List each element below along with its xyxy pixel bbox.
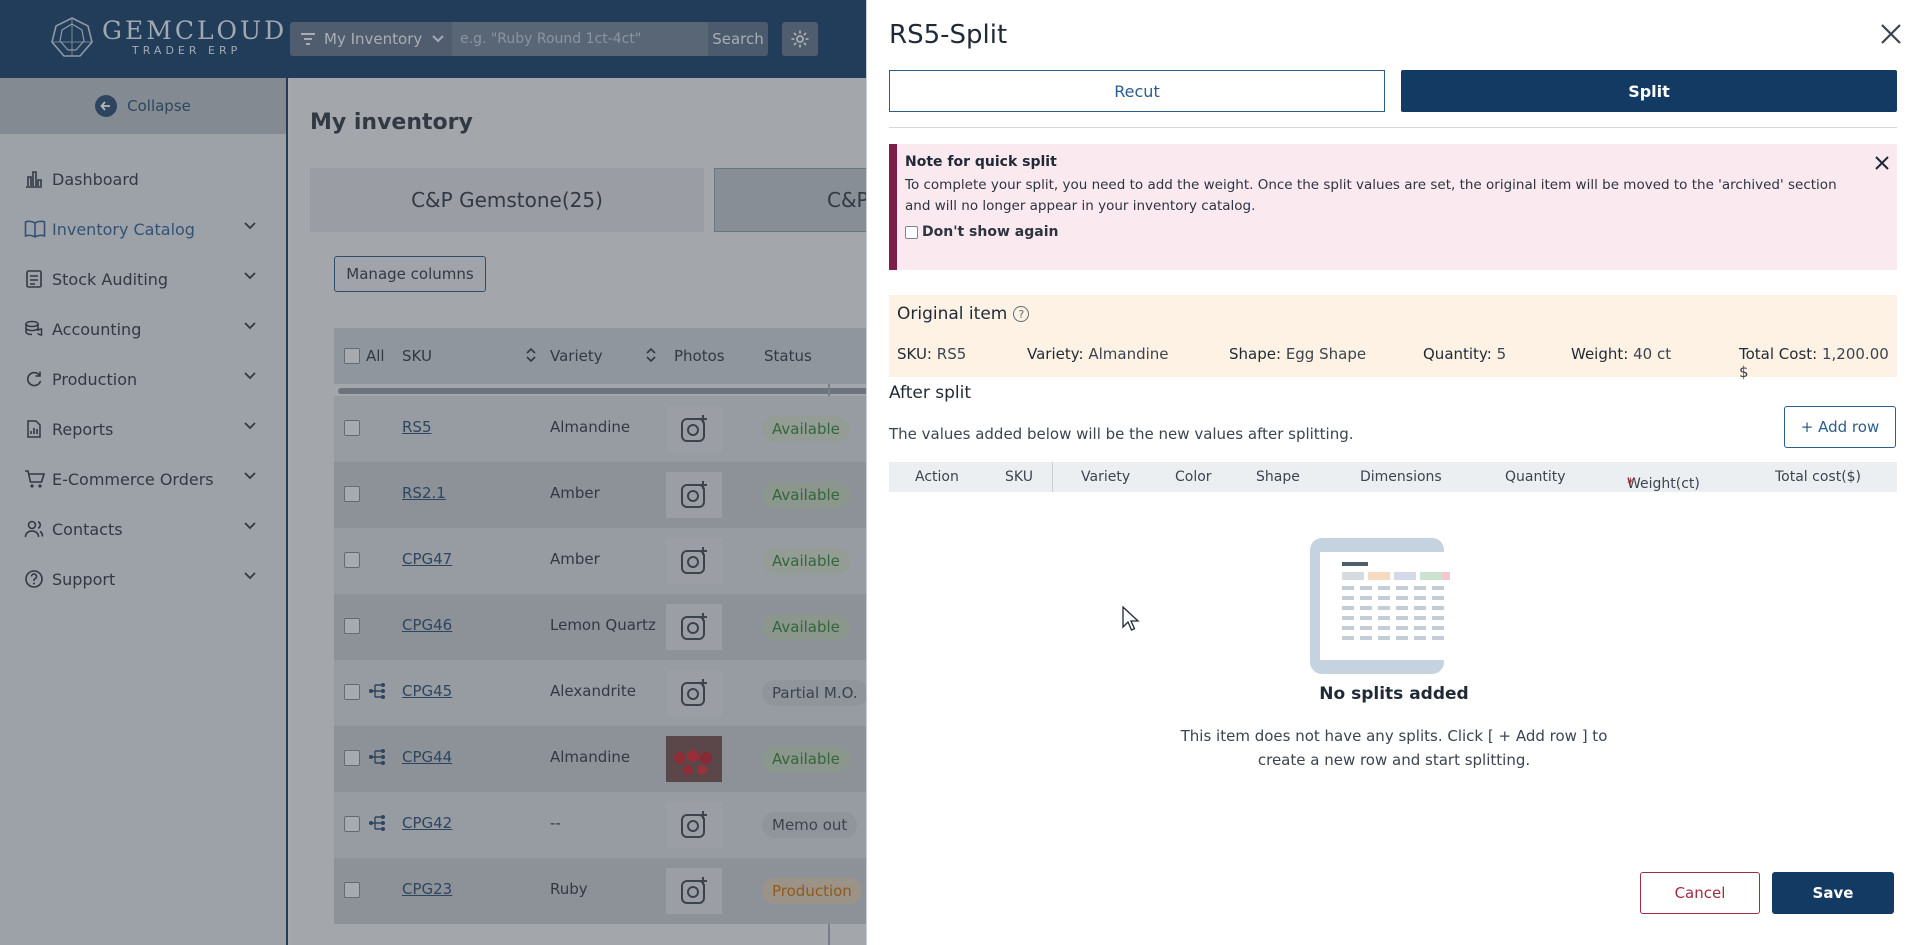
col-dimensions: Dimensions bbox=[1360, 469, 1442, 485]
original-item-label: Original item bbox=[897, 304, 1008, 324]
col-total-cost: Total cost($) bbox=[1775, 469, 1862, 485]
empty-table-icon bbox=[1310, 538, 1450, 674]
note-title: Note for quick split bbox=[905, 154, 1057, 170]
split-tab-button[interactable]: Split bbox=[1401, 70, 1897, 112]
dont-show-label: Don't show again bbox=[922, 224, 1059, 240]
quick-split-note: Note for quick split To complete your sp… bbox=[889, 144, 1897, 270]
after-split-subtitle: The values added below will be the new v… bbox=[889, 425, 1354, 443]
dont-show-checkbox[interactable] bbox=[905, 225, 918, 239]
original-variety: Variety: Almandine bbox=[1027, 345, 1169, 363]
original-total-cost: Total Cost: 1,200.00 $ bbox=[1739, 345, 1889, 381]
col-variety: Variety bbox=[1081, 469, 1131, 485]
original-weight: Weight: 40 ct bbox=[1571, 345, 1672, 363]
note-body: To complete your split, you need to add … bbox=[905, 177, 1837, 214]
close-icon[interactable] bbox=[1873, 154, 1891, 172]
mouse-cursor-icon bbox=[1122, 606, 1140, 631]
column-divider bbox=[1052, 462, 1053, 492]
col-color: Color bbox=[1175, 469, 1212, 485]
col-sku: SKU bbox=[1005, 469, 1033, 485]
drawer-title: RS5-Split bbox=[889, 20, 1008, 50]
dont-show-again[interactable]: Don't show again bbox=[905, 224, 1058, 240]
empty-state-description: This item does not have any splits. Clic… bbox=[1180, 727, 1608, 769]
original-quantity: Quantity: 5 bbox=[1423, 345, 1507, 363]
empty-state-title: No splits added bbox=[1319, 684, 1469, 704]
original-item-panel: Original item ? SKU: RS5 Variety: Almand… bbox=[889, 295, 1897, 381]
split-table-header: Action SKU Variety Color Shape Dimension… bbox=[889, 462, 1897, 492]
close-icon[interactable] bbox=[1879, 22, 1903, 46]
recut-tab-button[interactable]: Recut bbox=[889, 70, 1385, 112]
original-sku: SKU: RS5 bbox=[897, 345, 967, 363]
divider bbox=[889, 127, 1897, 128]
question-icon[interactable]: ? bbox=[1013, 306, 1030, 322]
modal-backdrop[interactable] bbox=[0, 0, 866, 945]
col-action: Action bbox=[915, 469, 959, 485]
col-shape: Shape bbox=[1256, 469, 1300, 485]
save-button[interactable]: Save bbox=[1772, 872, 1894, 914]
col-quantity: Quantity bbox=[1505, 469, 1566, 485]
after-split-title: After split bbox=[889, 383, 971, 403]
add-row-button[interactable]: + Add row bbox=[1784, 406, 1896, 448]
original-item-title: Original item ? bbox=[897, 304, 1030, 324]
cancel-button[interactable]: Cancel bbox=[1640, 872, 1760, 914]
original-shape: Shape: Egg Shape bbox=[1229, 345, 1367, 363]
split-drawer: RS5-Split Recut Split Note for quick spl… bbox=[866, 0, 1920, 945]
